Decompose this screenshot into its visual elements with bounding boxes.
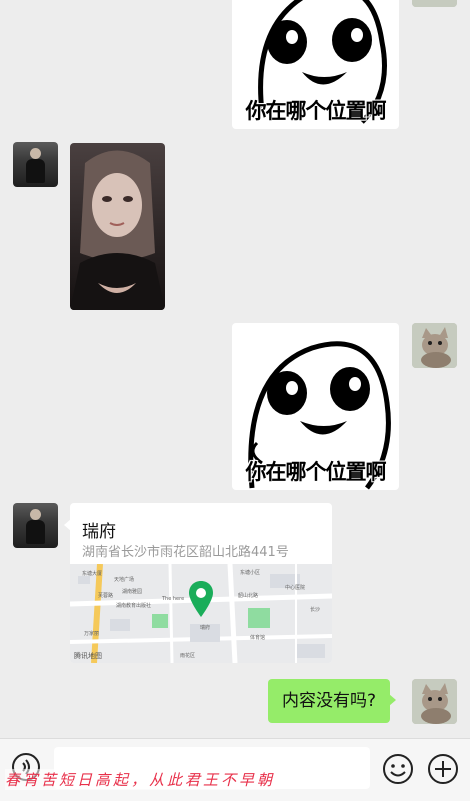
location-message[interactable]: 瑞府 湖南省长沙市雨花区韶山北路441号 东塘大厦 天地广场 芙蓉路 湖南雅园 … <box>70 503 332 663</box>
sticker-message[interactable]: 你在哪个位置啊 <box>232 323 399 490</box>
map-label: 长沙 <box>310 607 321 613</box>
map-label: 中心医院 <box>285 585 306 591</box>
map-label: 芙蓉路 <box>98 593 114 599</box>
emoji-button[interactable] <box>382 753 414 785</box>
map-label: 东塘大厦 <box>82 571 103 577</box>
map-label: 东塘小区 <box>240 570 261 576</box>
more-button[interactable] <box>427 753 459 785</box>
map-label: 雨花区 <box>180 653 196 659</box>
my-avatar[interactable] <box>412 323 457 368</box>
contact-avatar[interactable] <box>13 503 58 548</box>
map-label: 瑞府 <box>200 625 211 631</box>
map-pin-icon <box>189 581 213 617</box>
sticker-message[interactable]: 你在哪个位置啊 <box>232 0 399 129</box>
location-map[interactable]: 东塘大厦 天地广场 芙蓉路 湖南雅园 湖南教育出版社 瑞府 The here 东… <box>70 564 332 663</box>
photo-message[interactable] <box>70 143 165 310</box>
contact-avatar[interactable] <box>13 142 58 187</box>
plus-icon <box>428 754 458 784</box>
map-label: 体育馆 <box>250 635 266 641</box>
overlay-poem-text: 春宵苦短日高起，从此君王不早朝 <box>5 769 276 790</box>
sticker-caption: 你在哪个位置啊 <box>245 460 387 484</box>
selfie-image <box>70 150 165 310</box>
map-label: 湖南教育出版社 <box>116 603 152 609</box>
chat-area[interactable]: 你在哪个位置啊 你在哪个位置啊 瑞府 湖南省长沙市雨花区韶山北路441号 东塘大… <box>0 0 470 738</box>
sticker-caption: 你在哪个位置啊 <box>245 99 387 123</box>
location-title: 瑞府 <box>82 522 116 542</box>
map-label: The here <box>162 596 185 602</box>
map-label: 万家丽 <box>84 631 100 637</box>
my-avatar[interactable] <box>412 0 457 7</box>
location-address: 湖南省长沙市雨花区韶山北路441号 <box>82 545 289 560</box>
map-label: 天地广场 <box>114 577 135 583</box>
cat-avatar-icon <box>412 323 457 368</box>
text-message[interactable]: 内容没有吗? <box>268 679 397 723</box>
cat-avatar-icon <box>412 0 457 7</box>
map-provider: 腾讯地图 <box>74 652 102 660</box>
smiley-icon <box>383 754 413 784</box>
map-label: 韶山北路 <box>238 593 259 599</box>
map-label: 湖南雅园 <box>122 589 143 595</box>
cat-avatar-icon <box>412 679 457 724</box>
my-avatar[interactable] <box>412 679 457 724</box>
